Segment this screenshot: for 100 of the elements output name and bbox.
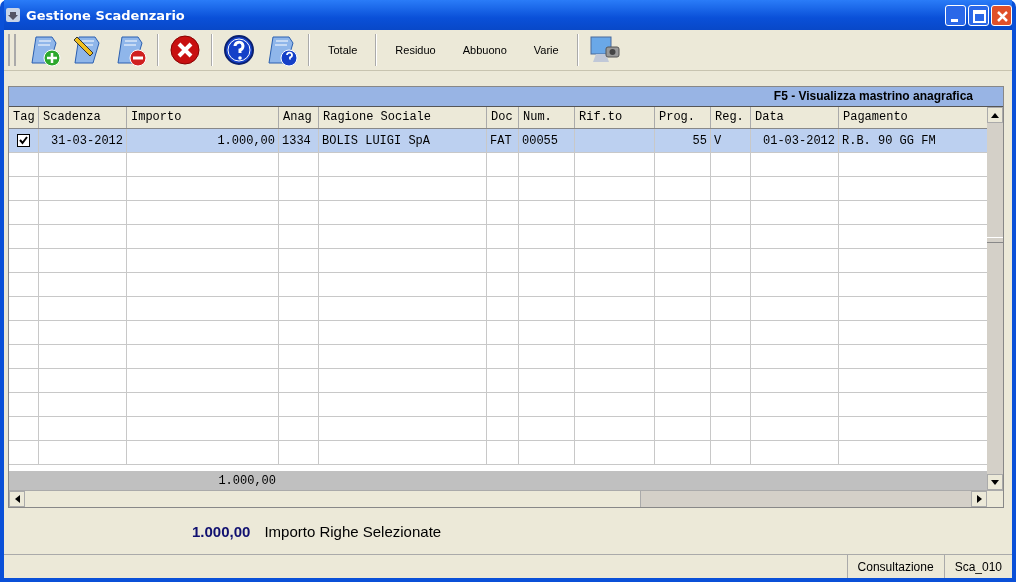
table-cell: BOLIS LUIGI SpA	[319, 129, 487, 153]
empty-cell	[487, 273, 519, 297]
empty-cell	[711, 369, 751, 393]
empty-cell	[279, 225, 319, 249]
empty-cell	[655, 201, 711, 225]
empty-cell	[487, 321, 519, 345]
empty-cell	[655, 417, 711, 441]
empty-cell	[655, 369, 711, 393]
empty-cell	[279, 177, 319, 201]
empty-cell	[279, 393, 319, 417]
toolbar-button[interactable]: Abbuono	[450, 40, 519, 60]
selected-total: 1.000,00	[192, 522, 251, 540]
empty-cell	[487, 177, 519, 201]
empty-cell	[279, 249, 319, 273]
scroll-down-icon[interactable]	[991, 479, 999, 485]
grid-caption: F5 - Visualizza mastrino anagrafica	[9, 87, 1003, 107]
empty-cell	[655, 441, 711, 465]
column-header[interactable]: Num.	[519, 107, 575, 128]
empty-cell	[9, 225, 39, 249]
toolbar-button[interactable]: Residuo	[383, 40, 448, 60]
empty-cell	[279, 273, 319, 297]
window-title: Gestione Scadenzario	[26, 7, 186, 23]
empty-cell	[519, 417, 575, 441]
empty-cell	[519, 297, 575, 321]
empty-cell	[519, 345, 575, 369]
empty-cell	[655, 153, 711, 177]
empty-cell	[711, 345, 751, 369]
empty-cell	[655, 297, 711, 321]
empty-cell	[279, 417, 319, 441]
column-header[interactable]: Doc	[487, 107, 519, 128]
column-header[interactable]: Anag	[279, 107, 319, 128]
empty-cell	[9, 369, 39, 393]
empty-cell	[519, 441, 575, 465]
empty-cell	[487, 369, 519, 393]
horizontal-scrollbar[interactable]	[9, 490, 1003, 507]
toolbar-grip[interactable]	[8, 34, 16, 66]
toolbar-button[interactable]: Totale	[316, 40, 370, 60]
toolbar-button[interactable]: Varie	[521, 40, 571, 60]
minimize-icon	[951, 18, 958, 22]
empty-cell	[279, 201, 319, 225]
empty-cell	[279, 369, 319, 393]
vertical-scrollbar[interactable]	[987, 107, 1003, 490]
empty-cell	[9, 393, 39, 417]
table-row[interactable]: 31-03-2012 1.000,00 1334 BOLIS LUIGI SpA FAT 00055 55 V 01-03-2012 R.B. 90 GG FM	[9, 129, 987, 153]
empty-cell	[711, 393, 751, 417]
column-header[interactable]: Importo	[127, 107, 279, 128]
empty-cell	[519, 369, 575, 393]
empty-cell	[9, 297, 39, 321]
empty-cell	[9, 177, 39, 201]
column-header[interactable]: Ragione Sociale	[319, 107, 487, 128]
table-cell: 1.000,00	[127, 129, 279, 153]
table-cell: FAT	[487, 129, 519, 153]
column-header[interactable]: Reg.	[711, 107, 751, 128]
empty-cell	[9, 201, 39, 225]
checkmark-icon	[19, 136, 28, 145]
empty-cell	[655, 393, 711, 417]
column-header[interactable]: Data	[751, 107, 839, 128]
table-cell: 31-03-2012	[39, 129, 127, 153]
scroll-left-icon[interactable]	[14, 495, 20, 503]
empty-cell	[711, 417, 751, 441]
empty-cell	[711, 225, 751, 249]
empty-cell	[9, 441, 39, 465]
empty-cell	[519, 177, 575, 201]
table-cell: 01-03-2012	[751, 129, 839, 153]
empty-cell	[9, 345, 39, 369]
empty-cell	[487, 153, 519, 177]
empty-cell	[279, 441, 319, 465]
status-panel: Sca_010	[943, 555, 1012, 578]
maximize-button[interactable]	[968, 4, 989, 26]
column-total: 1.000,00	[218, 473, 276, 488]
selected-total-label: Importo Righe Selezionate	[264, 522, 442, 540]
empty-cell	[711, 273, 751, 297]
empty-cell	[655, 249, 711, 273]
empty-cell	[519, 249, 575, 273]
empty-cell	[711, 201, 751, 225]
empty-cell	[487, 297, 519, 321]
empty-cell	[9, 153, 39, 177]
empty-cell	[9, 273, 39, 297]
empty-cell	[655, 321, 711, 345]
empty-cell	[487, 201, 519, 225]
column-header[interactable]: Rif.to	[575, 107, 655, 128]
column-header[interactable]: Scadenza	[39, 107, 127, 128]
close-button[interactable]	[991, 4, 1012, 26]
column-header[interactable]: Prog.	[655, 107, 711, 128]
scroll-right-icon[interactable]	[976, 495, 982, 503]
empty-cell	[519, 201, 575, 225]
minimize-button[interactable]	[945, 4, 966, 26]
empty-cell	[487, 225, 519, 249]
column-header[interactable]: Tag	[9, 107, 39, 128]
empty-cell	[487, 345, 519, 369]
empty-cell	[279, 153, 319, 177]
empty-cell	[279, 321, 319, 345]
empty-cell	[519, 225, 575, 249]
empty-cell	[487, 249, 519, 273]
empty-cell	[655, 177, 711, 201]
empty-cell	[519, 321, 575, 345]
empty-cell	[711, 321, 751, 345]
tag-checkbox[interactable]	[17, 134, 30, 147]
empty-cell	[9, 417, 39, 441]
scroll-up-icon[interactable]	[991, 112, 999, 118]
